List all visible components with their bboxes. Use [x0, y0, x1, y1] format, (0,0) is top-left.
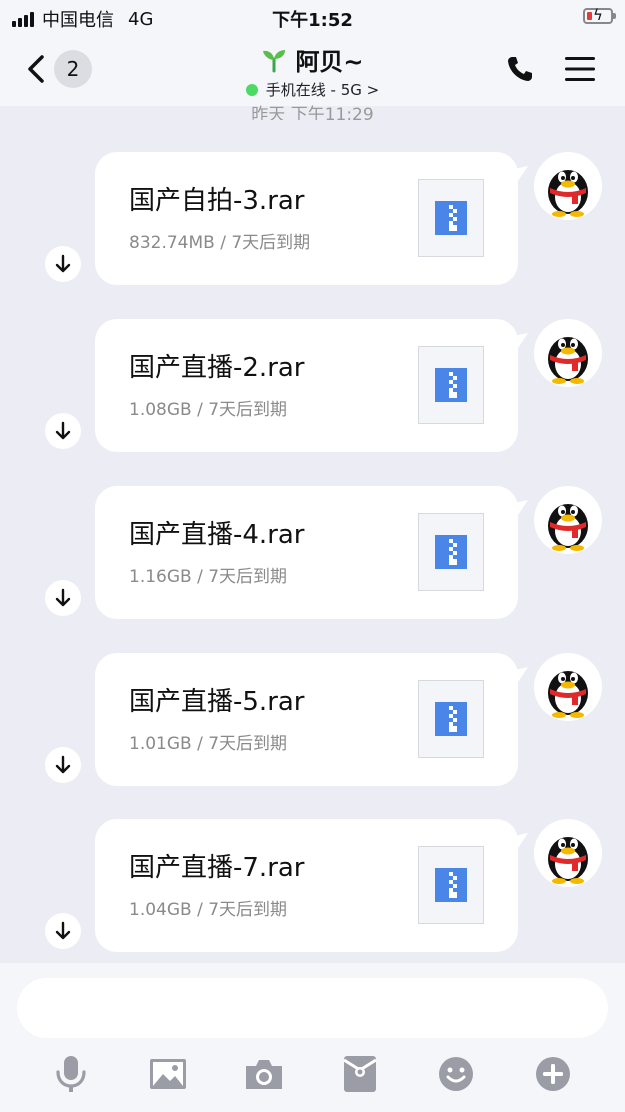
download-arrow-icon[interactable]	[45, 913, 81, 949]
download-arrow-icon[interactable]	[45, 747, 81, 783]
download-arrow-icon[interactable]	[45, 413, 81, 449]
menu-icon[interactable]	[565, 56, 595, 82]
file-meta: 1.16GB / 7天后到期	[129, 567, 288, 587]
file-bubble[interactable]: 国产直播-4.rar 1.16GB / 7天后到期	[95, 486, 518, 619]
file-bubble[interactable]: 国产直播-2.rar 1.08GB / 7天后到期	[95, 319, 518, 452]
zip-archive-icon	[418, 846, 484, 924]
contact-name: 阿贝~	[295, 48, 364, 76]
penguin-avatar-icon[interactable]	[534, 152, 602, 220]
zip-archive-icon	[418, 680, 484, 758]
bubble-tail	[510, 833, 528, 851]
bubble-tail	[510, 333, 528, 351]
file-bubble[interactable]: 国产自拍-3.rar 832.74MB / 7天后到期	[95, 152, 518, 285]
message-input[interactable]	[17, 978, 608, 1038]
file-message: 国产直播-7.rar 1.04GB / 7天后到期	[0, 819, 625, 954]
download-arrow-icon[interactable]	[45, 580, 81, 616]
online-dot-icon	[245, 83, 258, 96]
contact-title: 阿贝~	[261, 42, 364, 77]
header-actions	[505, 54, 595, 84]
file-meta: 1.01GB / 7天后到期	[129, 734, 288, 754]
file-meta: 832.74MB / 7天后到期	[129, 233, 311, 253]
message-timestamp: 昨天 下午11:29	[251, 105, 374, 120]
battery-icon: ϟ	[583, 7, 616, 24]
chat-header: 2 阿贝~ 手机在线 - 5G >	[0, 34, 625, 106]
zip-archive-icon	[418, 346, 484, 424]
zip-archive-icon	[418, 513, 484, 591]
bubble-tail	[510, 500, 528, 518]
composer	[0, 963, 625, 1112]
bubble-tail	[510, 166, 528, 184]
file-message: 国产直播-5.rar 1.01GB / 7天后到期	[0, 653, 625, 788]
file-meta: 1.08GB / 7天后到期	[129, 400, 288, 420]
file-bubble[interactable]: 国产直播-5.rar 1.01GB / 7天后到期	[95, 653, 518, 786]
composer-toolbar	[0, 1051, 625, 1097]
file-message: 国产直播-2.rar 1.08GB / 7天后到期	[0, 319, 625, 454]
file-bubble[interactable]: 国产直播-7.rar 1.04GB / 7天后到期	[95, 819, 518, 952]
camera-icon[interactable]	[241, 1051, 287, 1097]
file-name: 国产直播-2.rar	[129, 353, 305, 383]
microphone-icon[interactable]	[48, 1051, 94, 1097]
file-message: 国产直播-4.rar 1.16GB / 7天后到期	[0, 486, 625, 621]
file-meta: 1.04GB / 7天后到期	[129, 900, 288, 920]
file-name: 国产直播-5.rar	[129, 687, 305, 717]
online-status[interactable]: 手机在线 - 5G >	[245, 79, 380, 100]
status-bar: 中国电信 4G 下午1:52 ϟ	[0, 0, 625, 34]
file-name: 国产直播-7.rar	[129, 853, 305, 883]
online-status-text: 手机在线 - 5G >	[265, 81, 380, 99]
file-name: 国产自拍-3.rar	[129, 186, 305, 216]
red-packet-icon[interactable]	[337, 1051, 383, 1097]
bubble-tail	[510, 667, 528, 685]
penguin-avatar-icon[interactable]	[534, 819, 602, 887]
sprout-icon	[263, 49, 286, 72]
download-arrow-icon[interactable]	[45, 246, 81, 282]
penguin-avatar-icon[interactable]	[534, 319, 602, 387]
file-message: 国产自拍-3.rar 832.74MB / 7天后到期	[0, 152, 625, 287]
image-icon[interactable]	[145, 1051, 191, 1097]
phone-icon[interactable]	[505, 54, 535, 84]
penguin-avatar-icon[interactable]	[534, 486, 602, 554]
file-name: 国产直播-4.rar	[129, 520, 305, 550]
penguin-avatar-icon[interactable]	[534, 653, 602, 721]
clock: 下午1:52	[272, 10, 353, 31]
emoji-icon[interactable]	[433, 1051, 479, 1097]
plus-icon[interactable]	[530, 1051, 576, 1097]
zip-archive-icon	[418, 179, 484, 257]
